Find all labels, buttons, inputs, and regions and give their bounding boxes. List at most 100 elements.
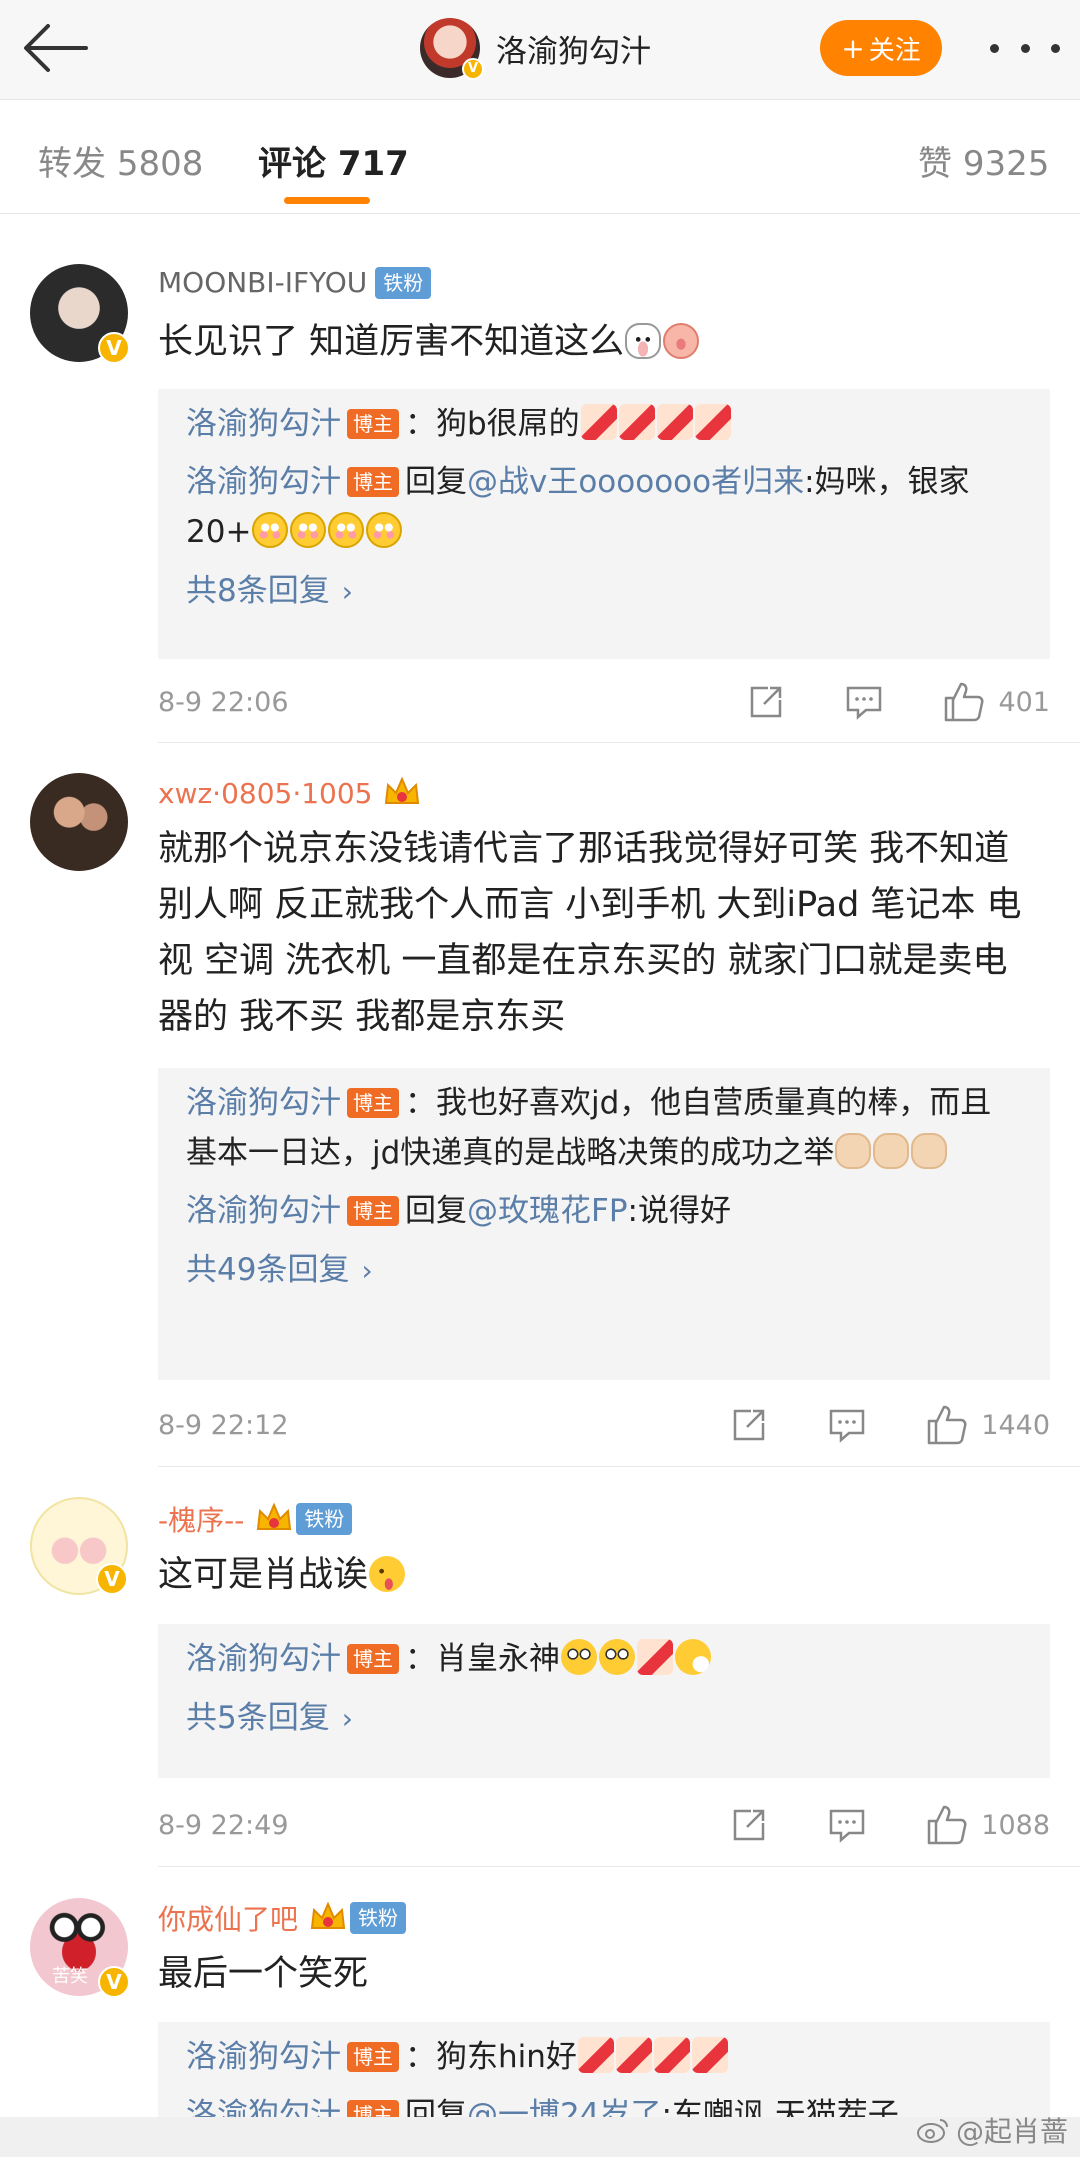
chevron-right-icon: › <box>341 575 353 608</box>
view-all-replies-link[interactable]: 共8条回复 › <box>186 561 1022 622</box>
like-button[interactable]: 1440 <box>925 1403 1050 1447</box>
timestamp: 8-9 22:12 <box>158 1409 289 1441</box>
comment-body: 这可是肖战诶 <box>158 1555 369 1595</box>
host-badge: 博主 <box>347 1644 399 1674</box>
like-count: 1088 <box>981 1809 1050 1841</box>
reply-author[interactable]: 洛渝狗勾汁 <box>186 464 341 500</box>
reply-box[interactable]: 洛渝狗勾汁 博主 ：狗b很屌的 洛渝狗勾汁 博主 回复@战v王ooooooo者归来:妈咪… <box>158 389 1050 659</box>
nail-polish-emoji-icon <box>615 2037 652 2073</box>
username[interactable]: -槐序-- <box>158 1499 244 1539</box>
tab-comments[interactable]: 评论 717 <box>258 136 409 185</box>
sneeze-emoji-icon <box>675 1639 711 1675</box>
reply-line: 洛渝狗勾汁 博主 回复@玫瑰花FP:说得好 <box>186 1186 1022 1236</box>
nail-polish-emoji-icon <box>637 1639 673 1675</box>
reply-author[interactable]: 洛渝狗勾汁 <box>186 1085 341 1121</box>
nail-polish-emoji-icon <box>577 2037 614 2073</box>
raised-hand-emoji-icon <box>911 1133 948 1169</box>
comment-text: 长见识了 知道厉害不知道这么 <box>158 314 1040 370</box>
tab-repost[interactable]: 转发 5808 <box>38 136 203 185</box>
nail-polish-emoji-icon <box>618 404 655 440</box>
tab-likes[interactable]: 赞 9325 <box>918 136 1049 185</box>
like-button[interactable]: 401 <box>942 680 1050 724</box>
reply-author[interactable]: 洛渝狗勾汁 <box>186 2039 341 2075</box>
account-header[interactable]: V 洛渝狗勾汁 <box>420 16 651 80</box>
tab-bar: 转发 5808 评论 717 赞 9325 <box>0 100 1080 214</box>
raised-hand-emoji-icon <box>835 1133 872 1169</box>
reply-line: 洛渝狗勾汁 博主 回复@战v王ooooooo者归来:妈咪，银家20+ <box>186 457 1022 557</box>
flushed-emoji-icon <box>290 512 327 548</box>
flushed-emoji-icon <box>252 512 289 548</box>
username[interactable]: 你成仙了吧 <box>158 1898 298 1938</box>
follow-button[interactable]: + 关注 <box>820 20 942 76</box>
active-tab-indicator <box>284 197 370 204</box>
comment-actions: 8-9 22:06 401 <box>158 680 1050 724</box>
reply-line: 洛渝狗勾汁 博主 ：我也好喜欢jd，他自营质量真的棒，而且基本一日达，jd快递真的是… <box>186 1078 1022 1178</box>
comment-body: 长见识了 知道厉害不知道这么 <box>158 322 625 362</box>
nail-polish-emoji-icon <box>691 2037 728 2073</box>
reply-line: 洛渝狗勾汁 博主 ：狗东hin好 <box>186 2032 1022 2082</box>
reply-author[interactable]: 洛渝狗勾汁 <box>186 406 341 442</box>
reply-box[interactable]: 洛渝狗勾汁 博主 ：肖皇永神 共5条回复 › <box>158 1624 1050 1778</box>
comment-icon[interactable] <box>844 682 884 722</box>
share-icon[interactable] <box>729 1405 769 1445</box>
thumbs-up-icon <box>928 1405 967 1445</box>
tab-likes-count: 9325 <box>962 144 1050 184</box>
reply-author[interactable]: 洛渝狗勾汁 <box>186 1641 341 1677</box>
like-count: 1440 <box>981 1409 1050 1441</box>
like-button[interactable]: 1088 <box>925 1803 1050 1847</box>
thumbs-up-icon <box>928 1805 967 1845</box>
host-badge: 博主 <box>347 409 399 439</box>
reply-author[interactable]: 洛渝狗勾汁 <box>186 1193 341 1229</box>
reply-box[interactable]: 洛渝狗勾汁 博主 ：我也好喜欢jd，他自营质量真的棒，而且基本一日达，jd快递真的是… <box>158 1068 1050 1380</box>
watermark-text: @起肖蔷 <box>955 2115 1068 2148</box>
username[interactable]: xwz·0805·1005 <box>158 777 372 810</box>
follow-label: 关注 <box>868 35 921 66</box>
avatar[interactable] <box>30 773 128 871</box>
comment-text: 最后一个笑死 <box>158 1954 369 1994</box>
share-icon[interactable] <box>729 1805 769 1845</box>
verified-icon: V <box>98 1966 130 1998</box>
nail-polish-emoji-icon <box>656 404 693 440</box>
tab-repost-label: 转发 <box>38 144 106 184</box>
avatar[interactable]: 苦笑 V <box>30 1898 130 1998</box>
pig-emoji-icon <box>663 323 700 359</box>
reply-prefix: 回复 <box>405 1193 467 1229</box>
comment-text: 就那个说京东没钱请代言了那话我觉得好可笑 我不知道别人啊 反正就我个人而言 小到… <box>158 829 1022 1037</box>
account-avatar[interactable]: V <box>420 18 484 80</box>
avatar[interactable]: V <box>30 1497 128 1595</box>
iron-fan-badge: 铁粉 <box>296 1503 353 1535</box>
cow-emoji-icon <box>625 323 662 359</box>
timestamp: 8-9 22:49 <box>158 1809 289 1841</box>
thumbs-up-icon <box>945 682 984 722</box>
iron-fan-badge: 铁粉 <box>350 1902 407 1934</box>
host-badge: 博主 <box>347 1196 399 1226</box>
iron-fan-badge: 铁粉 <box>375 266 432 299</box>
avatar[interactable]: V <box>30 264 130 364</box>
crown-icon <box>382 775 422 811</box>
tab-repost-count: 5808 <box>116 144 204 184</box>
host-badge: 博主 <box>347 1088 399 1118</box>
reply-text: ：肖皇永神 <box>405 1641 560 1677</box>
share-icon[interactable] <box>746 682 786 722</box>
mention-link[interactable]: @玫瑰花FP <box>467 1193 628 1229</box>
account-name[interactable]: 洛渝狗勾汁 <box>496 26 651 71</box>
comment-username-row: -槐序-- 铁粉 <box>158 1499 353 1539</box>
view-all-replies-link[interactable]: 共49条回复 › <box>186 1240 1022 1301</box>
nail-polish-emoji-icon <box>580 404 617 440</box>
total-replies-label: 共49条回复 <box>186 1252 350 1288</box>
reply-line: 洛渝狗勾汁 博主 ：肖皇永神 <box>186 1634 1022 1684</box>
verified-icon: V <box>96 1563 128 1595</box>
reply-prefix: 回复 <box>405 464 467 500</box>
total-replies-label: 共8条回复 <box>186 573 330 609</box>
tab-comments-count: 717 <box>337 144 409 184</box>
crown-icon <box>308 1900 348 1936</box>
view-all-replies-link[interactable]: 共5条回复 › <box>186 1688 1022 1749</box>
comment-icon[interactable] <box>827 1805 867 1845</box>
comment-icon[interactable] <box>827 1405 867 1445</box>
reply-text: ：狗b很屌的 <box>405 406 580 442</box>
more-options-icon[interactable] <box>990 30 1060 66</box>
back-arrow-icon[interactable] <box>20 18 90 78</box>
mention-link[interactable]: @战v王ooooooo者归来 <box>467 464 804 500</box>
username[interactable]: MOONBI-IFYOU <box>158 266 367 299</box>
watermark: @起肖蔷 <box>916 2110 1068 2150</box>
